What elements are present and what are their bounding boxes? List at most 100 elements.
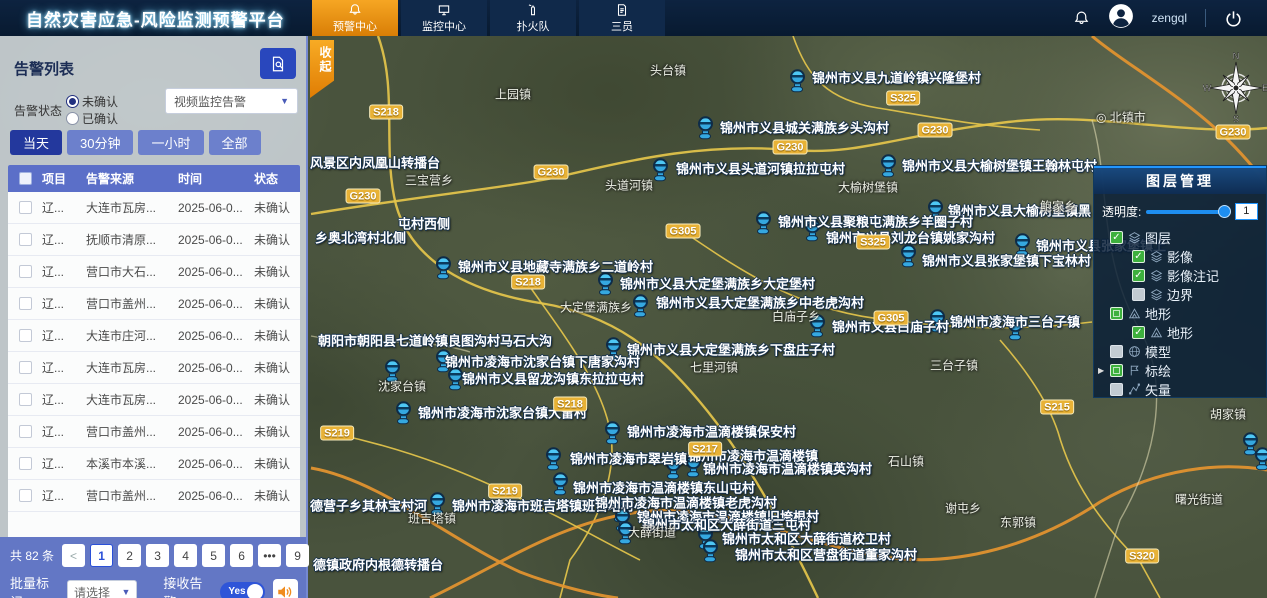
page-button-6[interactable]: 6 [230,544,253,567]
row-checkbox[interactable] [19,233,32,246]
row-checkbox[interactable] [19,361,32,374]
row-checkbox[interactable] [19,297,32,310]
user-avatar[interactable] [1108,3,1134,34]
layer-node-地形[interactable]: ✓地形 [1094,323,1266,342]
camera-marker[interactable] [434,256,452,281]
layer-checkbox[interactable]: ✓ [1132,326,1145,339]
camera-marker[interactable] [788,69,806,94]
tab-三员[interactable]: 三员 [579,0,665,36]
logout-power-button[interactable] [1224,9,1243,28]
layer-node-标绘[interactable]: ▶标绘 [1094,361,1266,380]
page-button-•••[interactable]: ••• [258,544,281,567]
row-checkbox[interactable] [19,425,32,438]
alert-table-body: 辽...大连市瓦房...2025-06-0...未确认辽...抚顺市清原...2… [8,192,300,512]
receive-alert-toggle[interactable]: Yes [220,582,264,598]
tab-监控中心[interactable]: 监控中心 [401,0,487,36]
camera-marker[interactable] [701,539,719,564]
village-label: 锦州市义县刘龙台镇姚家沟村 [826,228,995,247]
time-filter-全部[interactable]: 全部 [209,130,261,155]
row-checkbox[interactable] [19,489,32,502]
tab-扑火队[interactable]: 扑火队 [490,0,576,36]
layer-checkbox[interactable] [1110,383,1123,396]
layer-checkbox[interactable]: ✓ [1132,250,1145,263]
page-button-3[interactable]: 3 [146,544,169,567]
col-header-status: 状态 [254,170,300,187]
camera-marker[interactable] [544,447,562,472]
row-checkbox-cell [8,201,42,214]
table-row[interactable]: 辽...抚顺市清原...2025-06-0...未确认 [8,224,300,256]
radio-未确认[interactable]: 未确认 [66,93,118,110]
table-row[interactable]: 辽...营口市盖州...2025-06-0...未确认 [8,288,300,320]
table-row[interactable]: 辽...大连市瓦房...2025-06-0...未确认 [8,352,300,384]
layer-checkbox[interactable]: ✓ [1110,231,1123,244]
layer-node-矢量[interactable]: 矢量 [1094,380,1266,399]
layer-checkbox[interactable] [1110,345,1123,358]
layer-checkbox[interactable] [1132,288,1145,301]
camera-marker[interactable] [631,294,649,319]
page-button-5[interactable]: 5 [202,544,225,567]
table-row[interactable]: 辽...营口市盖州...2025-06-0...未确认 [8,416,300,448]
camera-marker[interactable] [899,244,917,269]
marker-head [546,447,561,462]
layer-node-模型[interactable]: 模型 [1094,342,1266,361]
layer-node-图层[interactable]: ✓图层 [1094,228,1266,247]
camera-marker[interactable] [754,211,772,236]
layer-label: 模型 [1145,342,1171,361]
page-button-2[interactable]: 2 [118,544,141,567]
table-row[interactable]: 辽...营口市盖州...2025-06-0...未确认 [8,480,300,512]
layer-checkbox[interactable] [1110,364,1123,377]
camera-marker[interactable] [879,154,897,179]
layer-node-影像[interactable]: ✓影像 [1094,247,1266,266]
header-divider [1205,9,1206,27]
layer-checkbox[interactable]: ✓ [1132,269,1145,282]
camera-marker[interactable] [596,272,614,297]
page-button-1[interactable]: 1 [90,544,113,567]
row-checkbox[interactable] [19,393,32,406]
opacity-value-input[interactable]: 1 [1235,203,1258,220]
camera-marker[interactable] [603,421,621,446]
row-cell: 2025-06-0... [178,425,254,439]
batch-mark-select[interactable]: 请选择 ▼ [67,580,137,598]
camera-marker[interactable] [651,158,669,183]
alert-type-select[interactable]: 视频监控告警 ▼ [165,88,298,114]
row-checkbox[interactable] [19,329,32,342]
camera-marker[interactable] [1253,447,1267,472]
marker-base [699,133,711,139]
table-row[interactable]: 辽...营口市大石...2025-06-0...未确认 [8,256,300,288]
camera-marker[interactable] [696,116,714,141]
row-cell: 辽... [42,391,86,408]
table-row[interactable]: 辽...大连市瓦房...2025-06-0...未确认 [8,192,300,224]
layer-node-边界[interactable]: 边界 [1094,285,1266,304]
alert-search-button[interactable] [260,48,296,79]
page-button-4[interactable]: 4 [174,544,197,567]
select-all-checkbox[interactable] [19,172,32,185]
time-filter-30分钟[interactable]: 30分钟 [67,130,133,155]
time-filter-一小时[interactable]: 一小时 [138,130,203,155]
compass-rose[interactable]: N S W E [1203,50,1267,124]
layer-node-地形[interactable]: 地形 [1094,304,1266,323]
table-row[interactable]: 辽...大连市瓦房...2025-06-0...未确认 [8,384,300,416]
table-row[interactable]: 辽...大连市庄河...2025-06-0...未确认 [8,320,300,352]
row-checkbox[interactable] [19,265,32,278]
row-checkbox[interactable] [19,457,32,470]
radio-已确认[interactable]: 已确认 [66,110,118,127]
layer-checkbox[interactable] [1110,307,1123,320]
notification-bell-button[interactable] [1073,10,1090,27]
expander-icon[interactable]: ▶ [1098,366,1104,375]
layer-node-影像注记[interactable]: ✓影像注记 [1094,266,1266,285]
radio-dot [66,112,79,125]
camera-marker[interactable] [394,401,412,426]
sound-alert-button[interactable] [273,579,298,598]
tab-预警中心[interactable]: 预警中心 [312,0,398,36]
marker-base [599,289,611,295]
row-cell: 辽... [42,295,86,312]
prev-page-button[interactable]: < [62,544,85,567]
time-filter-当天[interactable]: 当天 [10,130,62,155]
opacity-slider[interactable] [1146,210,1224,214]
table-row[interactable]: 辽...本溪市本溪...2025-06-0...未确认 [8,448,300,480]
row-checkbox[interactable] [19,201,32,214]
camera-marker[interactable] [551,472,569,497]
marker-head [605,421,620,436]
opacity-slider-knob[interactable] [1218,205,1231,218]
page-button-9[interactable]: 9 [286,544,309,567]
